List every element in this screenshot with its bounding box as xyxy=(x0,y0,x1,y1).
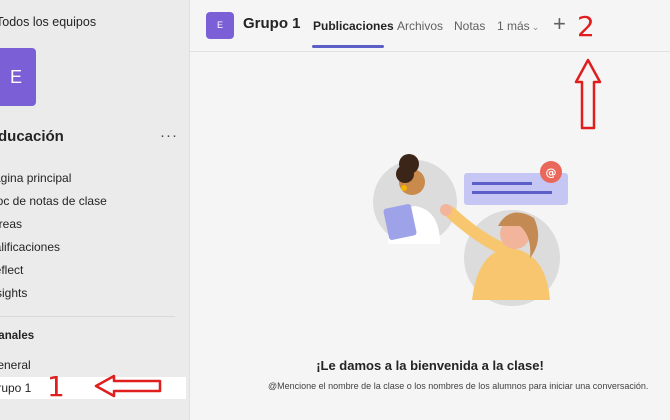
channel-general[interactable]: General xyxy=(0,354,186,376)
tab-publicaciones[interactable]: Publicaciones xyxy=(313,19,394,33)
annotation-arrow-up xyxy=(574,58,602,130)
tab-archivos[interactable]: Archivos xyxy=(397,19,443,33)
team-avatar[interactable]: E xyxy=(0,48,36,106)
nav-item-insights[interactable]: Insights xyxy=(0,285,107,308)
nav-item-reflect[interactable]: Reflect xyxy=(0,262,107,285)
sidebar-divider xyxy=(0,316,175,317)
chevron-down-icon: ⌄ xyxy=(531,22,540,32)
annotation-number-1: 1 xyxy=(47,370,65,403)
all-teams-label: Todos los equipos xyxy=(0,15,97,29)
channel-title: Grupo 1 xyxy=(243,15,301,32)
nav-item-assignments[interactable]: Tareas xyxy=(0,216,107,239)
welcome-hint: @Mencione el nombre de la clase o los no… xyxy=(268,381,649,391)
team-name: Educación xyxy=(0,128,64,145)
active-tab-indicator xyxy=(312,45,384,48)
channel-header: E Grupo 1 Publicaciones Archivos Notas 1… xyxy=(190,0,670,52)
add-tab-button[interactable]: + xyxy=(553,11,566,37)
svg-text:@: @ xyxy=(546,166,557,179)
annotation-arrow-left xyxy=(94,374,162,398)
all-teams-link[interactable]: Todos los equipos xyxy=(0,15,96,29)
nav-item-class-notebook[interactable]: Bloc de notas de clase xyxy=(0,193,107,216)
team-sidebar: Todos los equipos E Educación ··· Página… xyxy=(0,0,190,420)
welcome-title: ¡Le damos a la bienvenida a la clase! xyxy=(316,358,544,373)
tab-more[interactable]: 1 más ⌄ xyxy=(497,19,539,33)
tab-more-label: 1 más xyxy=(497,19,530,33)
tab-notas[interactable]: Notas xyxy=(454,19,485,33)
channel-avatar: E xyxy=(206,12,234,39)
team-nav: Página principal Bloc de notas de clase … xyxy=(0,170,107,308)
team-more-options-icon[interactable]: ··· xyxy=(160,127,178,144)
annotation-number-2: 2 xyxy=(577,10,595,43)
welcome-illustration: @ xyxy=(373,154,568,306)
nav-item-home[interactable]: Página principal xyxy=(0,170,107,193)
channels-heading: Canales xyxy=(0,330,35,342)
nav-item-grades[interactable]: Calificaciones xyxy=(0,239,107,262)
